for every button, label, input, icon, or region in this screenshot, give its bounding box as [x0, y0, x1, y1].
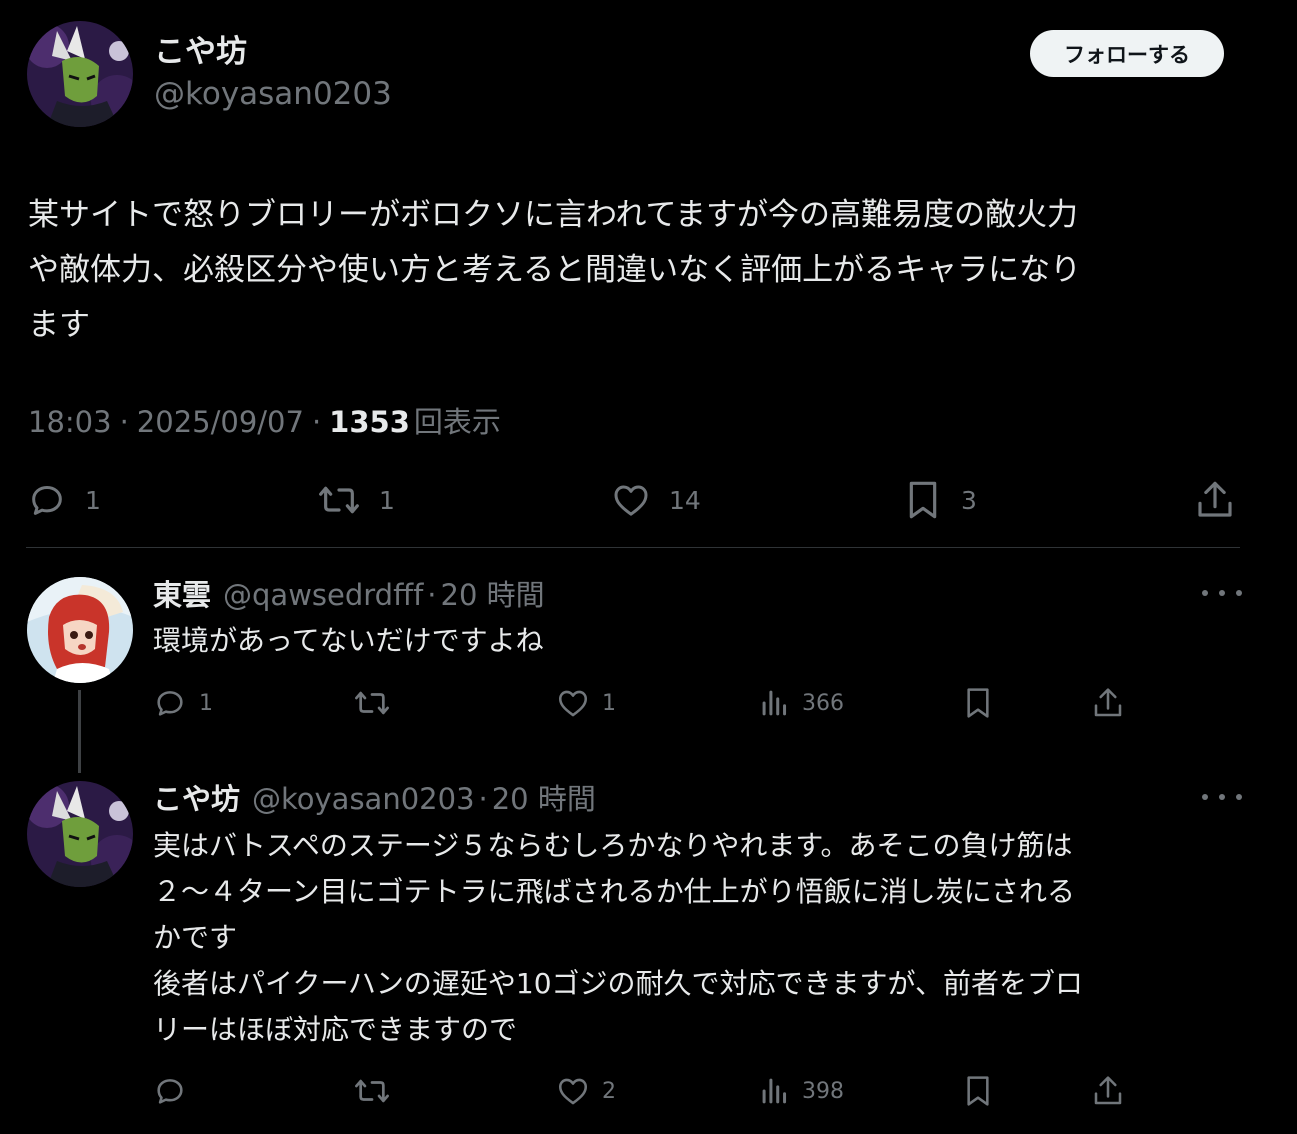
reply-header: こや坊 @koyasan0203 · 20 時間	[153, 776, 596, 818]
post-repost-button[interactable]: 1	[317, 475, 395, 525]
reply-view-count: 398	[802, 1078, 844, 1104]
more-dot	[1202, 590, 1208, 596]
thread-connector-line	[78, 690, 81, 773]
avatar-dark-character-icon	[27, 781, 133, 887]
more-options-button[interactable]	[1202, 787, 1242, 807]
post-reply-count: 1	[85, 485, 101, 515]
reply-views-button[interactable]: 398	[760, 1071, 844, 1111]
reply-author-avatar[interactable]	[27, 781, 133, 887]
post-reply-button[interactable]: 1	[27, 475, 101, 525]
reply-reply-button[interactable]: 1	[153, 683, 213, 723]
heart-icon	[614, 485, 648, 516]
post-bookmark-count: 3	[961, 485, 977, 515]
reply-view-count: 366	[802, 690, 844, 716]
reply-author-handle[interactable]: @koyasan0203	[252, 782, 475, 816]
post-views-label: 回表示	[413, 405, 501, 439]
post-author-avatar[interactable]	[27, 21, 133, 127]
reply-author-name[interactable]: 東雲	[153, 572, 211, 614]
avatar-dark-character-icon	[27, 21, 133, 127]
reply-views-button[interactable]: 366	[760, 683, 844, 723]
reply-share-button[interactable]	[1092, 1071, 1124, 1111]
reply-time[interactable]: 20 時間	[441, 572, 545, 614]
repost-icon	[319, 486, 359, 514]
reply-separator: ·	[478, 782, 488, 816]
reply-author-avatar[interactable]	[27, 577, 133, 683]
share-icon	[1198, 481, 1232, 517]
reply-bookmark-button[interactable]	[962, 683, 994, 723]
reply-bookmark-button[interactable]	[962, 1071, 994, 1111]
post-bookmark-button[interactable]: 3	[903, 475, 977, 525]
bookmark-icon	[909, 481, 937, 519]
more-dot	[1236, 794, 1242, 800]
more-options-button[interactable]	[1202, 583, 1242, 603]
post-like-count: 14	[669, 485, 701, 515]
more-dot	[1219, 590, 1225, 596]
post-share-button[interactable]	[1195, 475, 1235, 525]
meta-separator: ·	[311, 405, 322, 439]
repost-icon	[355, 691, 389, 715]
reply-like-count: 2	[602, 1078, 616, 1104]
share-icon	[1094, 1076, 1122, 1105]
reply-text: 環境があってないだけですよね	[153, 624, 544, 657]
reply-icon	[32, 486, 62, 515]
reply-reply-count: 1	[199, 690, 213, 716]
post-repost-count: 1	[379, 485, 395, 515]
heart-icon	[558, 690, 588, 717]
heart-icon	[558, 1078, 588, 1105]
reply-icon	[157, 691, 183, 716]
reply-icon	[157, 1079, 183, 1104]
follow-button[interactable]: フォローする	[1030, 30, 1224, 77]
reply-header: 東雲 @qawsedrdfff · 20 時間	[153, 572, 545, 614]
analytics-icon	[762, 690, 787, 716]
post-time[interactable]: 18:03	[28, 400, 112, 444]
bookmark-icon	[967, 1076, 989, 1106]
post-text: 某サイトで怒りブロリーがボロクソに言われてますが今の高難易度の敵火力 や敵体力、…	[28, 197, 1082, 343]
reply-repost-button[interactable]	[353, 683, 391, 723]
post-date[interactable]: 2025/09/07	[137, 400, 304, 444]
reply-time[interactable]: 20 時間	[492, 776, 596, 818]
reply-author-handle[interactable]: @qawsedrdfff	[223, 578, 423, 612]
reply-separator: ·	[427, 578, 437, 612]
share-icon	[1094, 688, 1122, 717]
post-author-handle[interactable]: @koyasan0203	[154, 73, 392, 115]
reply-repost-button[interactable]	[353, 1071, 391, 1111]
post-meta: 18:03 · 2025/09/07 · 1353 回表示	[28, 400, 501, 444]
post-author-name[interactable]: こや坊	[154, 31, 247, 73]
reply-like-button[interactable]: 2	[556, 1071, 616, 1111]
more-dot	[1219, 794, 1225, 800]
post-views-count: 1353	[329, 405, 410, 439]
reply-share-button[interactable]	[1092, 683, 1124, 723]
meta-separator: ·	[119, 405, 129, 439]
reply-text: 実はバトスペのステージ５ならむしろかなりやれます。あそこの負け筋は ２〜４ターン…	[153, 829, 1083, 1046]
reply-author-name[interactable]: こや坊	[153, 776, 240, 818]
more-dot	[1236, 590, 1242, 596]
bookmark-icon	[967, 688, 989, 718]
reply-like-button[interactable]: 1	[556, 683, 616, 723]
reply-like-count: 1	[602, 690, 616, 716]
divider	[26, 547, 1240, 548]
reply-reply-button[interactable]	[153, 1071, 187, 1111]
avatar-red-hair-character-icon	[27, 577, 133, 683]
more-dot	[1202, 794, 1208, 800]
analytics-icon	[762, 1078, 787, 1104]
post-like-button[interactable]: 14	[611, 475, 701, 525]
repost-icon	[355, 1079, 389, 1103]
